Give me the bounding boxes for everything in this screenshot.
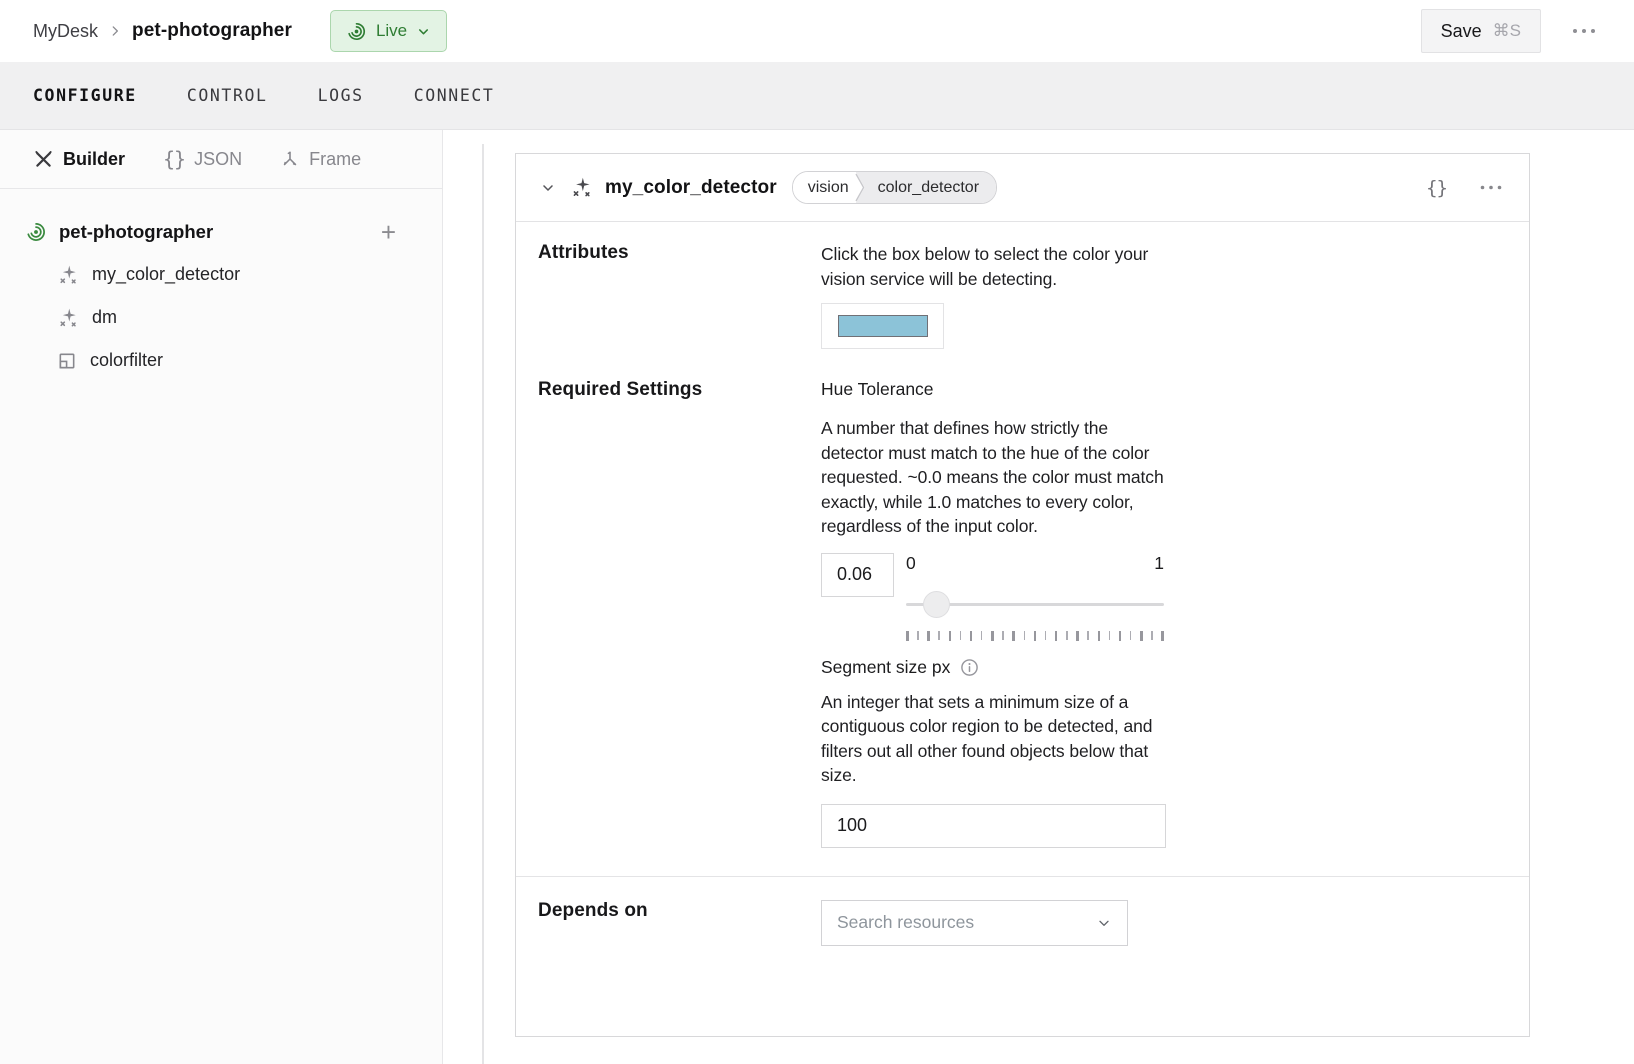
info-icon[interactable] (960, 658, 979, 677)
tree-item-label: colorfilter (90, 350, 163, 371)
card-title: my_color_detector (605, 177, 777, 199)
save-button[interactable]: Save ⌘S (1421, 9, 1541, 53)
breadcrumb-parent[interactable]: MyDesk (33, 21, 98, 42)
resource-tree: pet-photographer + my_color_detector (0, 189, 442, 382)
config-sidebar: Builder {} JSON Frame (0, 130, 443, 1064)
hue-tolerance-input[interactable] (821, 553, 894, 597)
resource-card-my-color-detector: my_color_detector vision color_detector … (515, 153, 1530, 1037)
card-header: my_color_detector vision color_detector … (516, 154, 1529, 222)
ellipsis-icon (1479, 184, 1503, 191)
slider-max-label: 1 (1154, 553, 1164, 575)
pill-chevron-icon (855, 172, 865, 203)
segment-size-description: An integer that sets a minimum size of a… (821, 690, 1166, 788)
add-resource-button[interactable]: + (379, 222, 398, 242)
tab-connect[interactable]: CONNECT (414, 80, 495, 111)
tree-item-colorfilter[interactable]: colorfilter (0, 339, 442, 382)
component-icon (57, 351, 77, 371)
depends-on-placeholder: Search resources (837, 912, 974, 933)
main-nav-tabs: CONFIGURE CONTROL LOGS CONNECT (0, 62, 1634, 130)
tree-item-my-color-detector[interactable]: my_color_detector (0, 253, 442, 296)
slider-handle[interactable] (923, 591, 950, 618)
tools-icon (33, 149, 54, 170)
color-swatch (838, 315, 928, 337)
breadcrumb-current: pet-photographer (132, 20, 292, 42)
hue-tolerance-label: Hue Tolerance (821, 379, 1166, 400)
tree-item-label: my_color_detector (92, 264, 240, 285)
service-sparkles-icon (57, 307, 79, 329)
view-toggle: Builder {} JSON Frame (0, 130, 442, 189)
tree-root-label: pet-photographer (59, 221, 213, 243)
attributes-hint: Click the box below to select the color … (821, 242, 1166, 291)
view-frame[interactable]: Frame (280, 147, 361, 172)
tab-configure[interactable]: CONFIGURE (33, 80, 137, 111)
more-options-button[interactable] (1567, 23, 1601, 39)
depends-on-select[interactable]: Search resources (821, 900, 1128, 946)
braces-icon: {} (1426, 177, 1447, 199)
collapse-card-button[interactable] (538, 178, 558, 198)
attributes-section: Attributes Click the box below to select… (516, 222, 1529, 349)
save-button-label: Save (1441, 21, 1482, 42)
ellipsis-icon (1571, 27, 1597, 35)
service-sparkles-icon (570, 176, 593, 199)
required-settings-section: Required Settings Hue Tolerance A number… (516, 349, 1529, 848)
required-settings-label: Required Settings (538, 379, 821, 848)
card-menu-button[interactable] (1475, 180, 1507, 195)
depends-on-section: Depends on Search resources (516, 877, 1529, 1006)
depends-on-label: Depends on (538, 900, 821, 922)
machine-broadcast-icon (25, 221, 47, 243)
hue-tolerance-description: A number that defines how strictly the d… (821, 416, 1166, 539)
save-shortcut-hint: ⌘S (1493, 21, 1521, 41)
color-picker-button[interactable] (821, 303, 944, 349)
pill-type: vision (793, 172, 855, 203)
slider-ticks (906, 631, 1164, 641)
view-json-label: JSON (194, 149, 242, 170)
tree-root-machine[interactable]: pet-photographer + (0, 211, 442, 253)
live-status-label: Live (376, 21, 407, 41)
tab-logs[interactable]: LOGS (318, 80, 364, 111)
service-sparkles-icon (57, 264, 79, 286)
segment-size-input[interactable] (821, 804, 1166, 848)
live-status-dropdown[interactable]: Live (330, 10, 447, 52)
machine-broadcast-icon (346, 21, 367, 42)
breadcrumb: MyDesk pet-photographer (33, 20, 292, 42)
chevron-down-icon (416, 24, 431, 39)
tab-control[interactable]: CONTROL (187, 80, 268, 111)
view-builder-label: Builder (63, 149, 125, 170)
view-frame-label: Frame (309, 149, 361, 170)
braces-icon: {} (163, 147, 185, 171)
resource-type-pill: vision color_detector (792, 171, 997, 204)
segment-size-label: Segment size px (821, 657, 950, 678)
hue-tolerance-slider: 0 1 (906, 553, 1164, 641)
panel-divider[interactable] (482, 144, 484, 1064)
top-bar: MyDesk pet-photographer Live Save ⌘S (0, 0, 1634, 62)
tree-item-dm[interactable]: dm (0, 296, 442, 339)
frame-axes-icon (280, 149, 300, 169)
chevron-down-icon (1096, 915, 1112, 931)
view-raw-json-button[interactable]: {} (1422, 173, 1451, 203)
slider-min-label: 0 (906, 553, 916, 575)
tree-item-label: dm (92, 307, 117, 328)
view-builder[interactable]: Builder (33, 147, 125, 172)
view-json[interactable]: {} JSON (163, 145, 242, 173)
pill-model: color_detector (856, 172, 996, 203)
attributes-label: Attributes (538, 242, 821, 349)
chevron-right-icon (108, 24, 122, 38)
